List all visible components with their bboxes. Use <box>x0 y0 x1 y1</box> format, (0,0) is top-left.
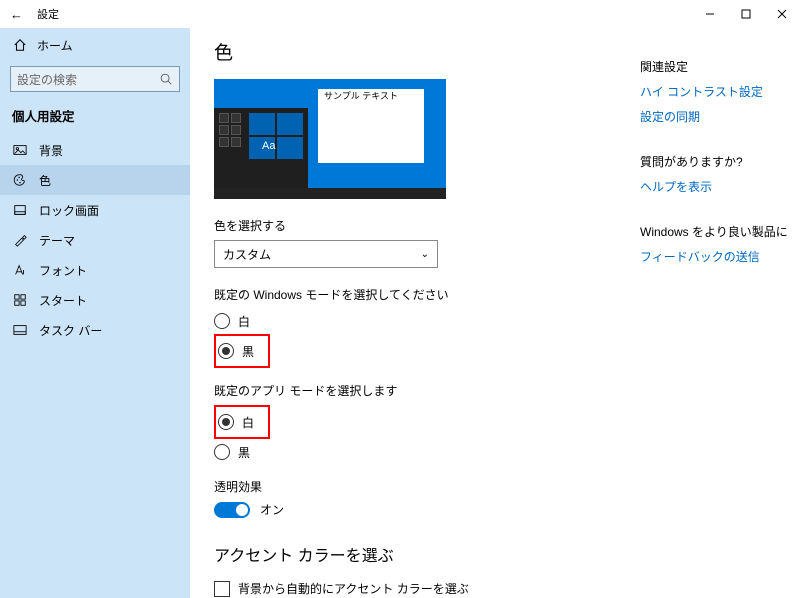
home-icon <box>12 38 27 53</box>
sidebar-item-themes[interactable]: テーマ <box>0 225 190 255</box>
related-settings-header: 関連設定 <box>640 58 800 75</box>
sidebar: ホーム 設定の検索 個人用設定 背景 色 ロック画面 <box>0 28 190 598</box>
sidebar-home-label: ホーム <box>37 37 73 54</box>
page-title: 色 <box>214 38 616 65</box>
radio-label: 白 <box>242 414 254 431</box>
start-icon <box>12 293 27 308</box>
sidebar-item-label: フォント <box>39 262 87 279</box>
sidebar-item-label: 色 <box>39 172 51 189</box>
sidebar-item-start[interactable]: スタート <box>0 285 190 315</box>
radio-label: 黒 <box>242 343 254 360</box>
sidebar-item-label: スタート <box>39 292 87 309</box>
sidebar-item-background[interactable]: 背景 <box>0 135 190 165</box>
radio-windows-black[interactable]: 黒 <box>218 339 254 363</box>
app-mode-label: 既定のアプリ モードを選択します <box>214 382 616 399</box>
themes-icon <box>12 233 27 248</box>
link-help[interactable]: ヘルプを表示 <box>640 178 800 195</box>
sidebar-item-fonts[interactable]: フォント <box>0 255 190 285</box>
preview-sample-text: サンプル テキスト <box>318 89 424 103</box>
accent-section-title: アクセント カラーを選ぶ <box>214 542 616 566</box>
auto-accent-label: 背景から自動的にアクセント カラーを選ぶ <box>238 580 469 597</box>
main-content: 色 Aa <box>190 28 640 598</box>
right-column: 関連設定 ハイ コントラスト設定 設定の同期 質問がありますか? ヘルプを表示 … <box>640 28 800 598</box>
sidebar-item-label: 背景 <box>39 142 63 159</box>
back-button[interactable]: ← <box>10 7 23 22</box>
radio-windows-white[interactable]: 白 <box>214 309 616 333</box>
link-high-contrast[interactable]: ハイ コントラスト設定 <box>640 83 800 100</box>
lockscreen-icon <box>12 203 27 218</box>
search-placeholder: 設定の検索 <box>17 71 77 88</box>
radio-app-white[interactable]: 白 <box>218 410 254 434</box>
windows-mode-label: 既定の Windows モードを選択してください <box>214 286 616 303</box>
sidebar-item-lockscreen[interactable]: ロック画面 <box>0 195 190 225</box>
transparency-toggle[interactable] <box>214 502 250 518</box>
chevron-down-icon: ⌄ <box>421 249 429 260</box>
radio-icon <box>214 444 230 460</box>
search-input[interactable]: 設定の検索 <box>10 66 180 92</box>
picture-icon <box>12 143 27 158</box>
sidebar-item-label: テーマ <box>39 232 75 249</box>
auto-accent-checkbox[interactable]: 背景から自動的にアクセント カラーを選ぶ <box>214 580 616 597</box>
radio-icon <box>218 414 234 430</box>
highlight-app-white: 白 <box>214 405 270 439</box>
sidebar-item-colors[interactable]: 色 <box>0 165 190 195</box>
choose-color-label: 色を選択する <box>214 217 616 234</box>
question-header: 質問がありますか? <box>640 153 800 170</box>
radio-icon <box>214 313 230 329</box>
preview-thumbnail: Aa サンプル テキスト <box>214 79 446 199</box>
radio-icon <box>218 343 234 359</box>
checkbox-icon <box>214 581 230 597</box>
palette-icon <box>12 173 27 188</box>
feedback-header: Windows をより良い製品に <box>640 223 800 240</box>
search-icon <box>159 72 173 86</box>
taskbar-icon <box>12 323 27 338</box>
radio-app-black[interactable]: 黒 <box>214 440 616 464</box>
close-button[interactable] <box>764 0 800 28</box>
sidebar-home[interactable]: ホーム <box>0 30 190 60</box>
font-icon <box>12 263 27 278</box>
highlight-windows-black: 黒 <box>214 334 270 368</box>
choose-color-value: カスタム <box>223 246 271 263</box>
minimize-button[interactable] <box>692 0 728 28</box>
window-title: 設定 <box>37 6 59 22</box>
sidebar-section-header: 個人用設定 <box>0 100 190 135</box>
link-feedback[interactable]: フィードバックの送信 <box>640 248 800 265</box>
maximize-button[interactable] <box>728 0 764 28</box>
choose-color-select[interactable]: カスタム ⌄ <box>214 240 438 268</box>
radio-label: 黒 <box>238 444 250 461</box>
sidebar-item-label: タスク バー <box>39 322 102 339</box>
titlebar: ← 設定 <box>0 0 800 28</box>
transparency-label: 透明効果 <box>214 478 616 495</box>
link-sync-settings[interactable]: 設定の同期 <box>640 108 800 125</box>
transparency-value: オン <box>260 501 284 518</box>
radio-label: 白 <box>238 313 250 330</box>
sidebar-item-label: ロック画面 <box>39 202 99 219</box>
sidebar-item-taskbar[interactable]: タスク バー <box>0 315 190 345</box>
